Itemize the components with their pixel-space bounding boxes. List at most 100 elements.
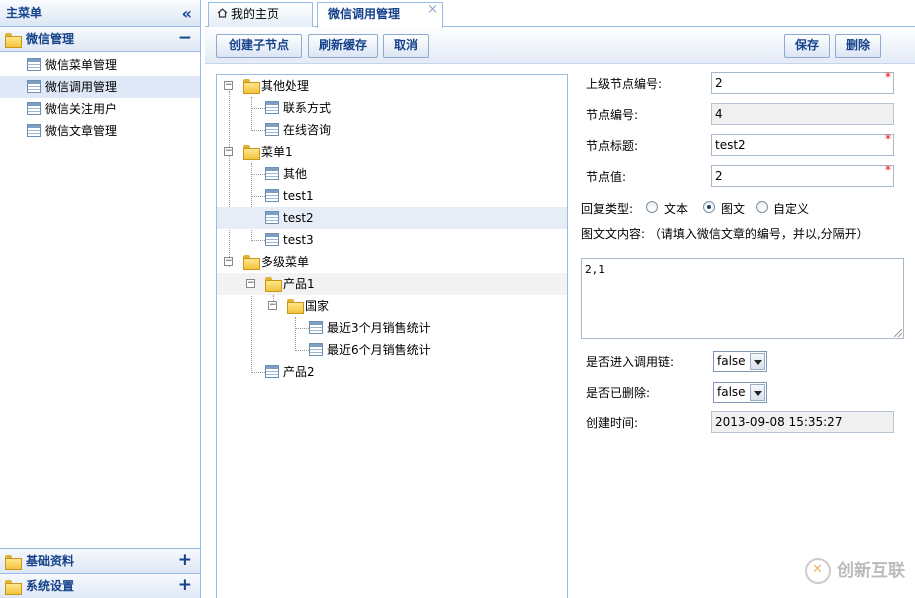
- sidebar-group-label: 系统设置: [26, 579, 75, 593]
- parent-id-input[interactable]: 2 *: [711, 70, 894, 94]
- tree-node[interactable]: − 菜单1: [217, 141, 567, 163]
- sidebar-group-label: 基础资料: [26, 554, 75, 568]
- sidebar-item-menu-management[interactable]: 微信菜单管理: [0, 54, 200, 76]
- reply-custom-radio[interactable]: [756, 201, 768, 213]
- tree-node-selected[interactable]: test2: [217, 207, 567, 229]
- node-value-input[interactable]: 2 *: [711, 163, 894, 187]
- call-chain-label: 是否进入调用链:: [586, 355, 675, 369]
- tree-node[interactable]: test1: [217, 185, 567, 207]
- folder-icon: [243, 79, 260, 94]
- tree-node[interactable]: − 产品1: [217, 273, 567, 295]
- reply-custom-label: 自定义: [773, 202, 810, 216]
- refresh-cache-button[interactable]: 刷新缓存: [308, 34, 378, 58]
- close-tab-icon[interactable]: ×: [427, 0, 438, 21]
- folder-icon: [5, 33, 22, 48]
- tree-node[interactable]: − 其他处理: [217, 75, 567, 97]
- sidebar-header: 主菜单 «: [0, 0, 200, 27]
- sidebar-item-label: 微信调用管理: [45, 80, 118, 94]
- reply-type-label: 回复类型:: [581, 202, 634, 216]
- sidebar-group-system[interactable]: 系统设置 +: [0, 573, 200, 598]
- cancel-button[interactable]: 取消: [383, 34, 429, 58]
- dropdown-arrow-icon[interactable]: [750, 353, 765, 370]
- tree-node-label: test1: [283, 189, 314, 203]
- tree-node-label: 其他处理: [261, 79, 310, 93]
- tree-node[interactable]: 产品2: [217, 361, 567, 383]
- sidebar-item-call-management[interactable]: 微信调用管理: [0, 76, 200, 98]
- dropdown-arrow-icon[interactable]: [750, 384, 765, 401]
- watermark: 创新互联: [805, 556, 905, 584]
- select-value: false: [717, 385, 746, 399]
- collapse-group-icon[interactable]: −: [178, 26, 192, 50]
- document-icon: [265, 123, 279, 136]
- news-content-textarea[interactable]: 2,1: [581, 258, 904, 339]
- resize-handle-icon[interactable]: [894, 329, 902, 337]
- expand-group-icon[interactable]: +: [178, 573, 192, 597]
- document-icon: [265, 233, 279, 246]
- folder-icon: [265, 277, 282, 292]
- tree-node-label: 在线咨询: [283, 123, 332, 137]
- node-title-label: 节点标题:: [586, 139, 639, 153]
- collapse-node-icon[interactable]: −: [224, 81, 233, 90]
- input-value: 2: [715, 169, 723, 183]
- tree-node-label: test2: [283, 211, 314, 225]
- collapse-node-icon[interactable]: −: [224, 147, 233, 156]
- sidebar-group-weixin[interactable]: 微信管理 −: [0, 27, 200, 52]
- tab-home[interactable]: 我的主页: [208, 2, 313, 27]
- created-time-input: 2013-09-08 15:35:27: [711, 411, 894, 433]
- select-value: false: [717, 354, 746, 368]
- document-icon: [309, 321, 323, 334]
- node-id-label: 节点编号:: [586, 108, 639, 122]
- sidebar-group-basic[interactable]: 基础资料 +: [0, 548, 200, 573]
- folder-icon: [5, 555, 22, 570]
- tree-node[interactable]: − 多级菜单: [217, 251, 567, 273]
- tree-node[interactable]: 最近3个月销售统计: [217, 317, 567, 339]
- document-icon: [27, 58, 41, 71]
- call-chain-select[interactable]: false: [713, 351, 767, 372]
- watermark-text: 创新互联: [837, 561, 905, 581]
- tree-node[interactable]: − 国家: [217, 295, 567, 317]
- delete-button[interactable]: 删除: [835, 34, 881, 58]
- document-icon: [265, 101, 279, 114]
- sidebar-item-label: 微信关注用户: [45, 102, 118, 116]
- collapse-node-icon[interactable]: −: [268, 301, 277, 310]
- folder-icon: [243, 255, 260, 270]
- home-icon: [217, 8, 228, 18]
- sidebar-group-label: 微信管理: [26, 32, 75, 46]
- reply-news-label: 图文: [721, 202, 746, 216]
- tree-node[interactable]: 最近6个月销售统计: [217, 339, 567, 361]
- required-mark: *: [885, 70, 891, 84]
- sidebar-item-followers[interactable]: 微信关注用户: [0, 98, 200, 120]
- document-icon: [265, 365, 279, 378]
- node-id-input: 4: [711, 103, 894, 125]
- tree-node-label: 其他: [283, 167, 308, 181]
- collapse-node-icon[interactable]: −: [246, 279, 255, 288]
- sidebar-item-article-management[interactable]: 微信文章管理: [0, 120, 200, 142]
- folder-icon: [287, 299, 304, 314]
- tree-node-label: 产品1: [283, 277, 315, 291]
- created-time-label: 创建时间:: [586, 416, 639, 430]
- collapse-sidebar-icon[interactable]: «: [182, 0, 192, 27]
- tab-call-management[interactable]: 微信调用管理 ×: [317, 2, 443, 28]
- create-child-node-button[interactable]: 创建子节点: [216, 34, 302, 58]
- expand-group-icon[interactable]: +: [178, 548, 192, 572]
- reply-text-radio[interactable]: [646, 201, 658, 213]
- news-content-label: 图文文内容: （请填入微信文章的编号，并以,分隔开）: [581, 227, 869, 241]
- deleted-select[interactable]: false: [713, 382, 767, 403]
- tree-node[interactable]: test3: [217, 229, 567, 251]
- parent-id-label: 上级节点编号:: [586, 77, 663, 91]
- required-mark: *: [885, 163, 891, 177]
- tab-label: 微信调用管理: [328, 7, 401, 21]
- sidebar-item-label: 微信文章管理: [45, 124, 118, 138]
- tree-node[interactable]: 其他: [217, 163, 567, 185]
- tree-node[interactable]: 在线咨询: [217, 119, 567, 141]
- save-button[interactable]: 保存: [784, 34, 830, 58]
- collapse-node-icon[interactable]: −: [224, 257, 233, 266]
- sidebar-title: 主菜单: [6, 6, 43, 20]
- required-mark: *: [885, 132, 891, 146]
- tree-node[interactable]: 联系方式: [217, 97, 567, 119]
- document-icon: [27, 124, 41, 137]
- tab-label: 我的主页: [231, 7, 280, 21]
- reply-news-radio[interactable]: [703, 201, 715, 213]
- node-value-label: 节点值:: [586, 170, 627, 184]
- node-title-input[interactable]: test2 *: [711, 132, 894, 156]
